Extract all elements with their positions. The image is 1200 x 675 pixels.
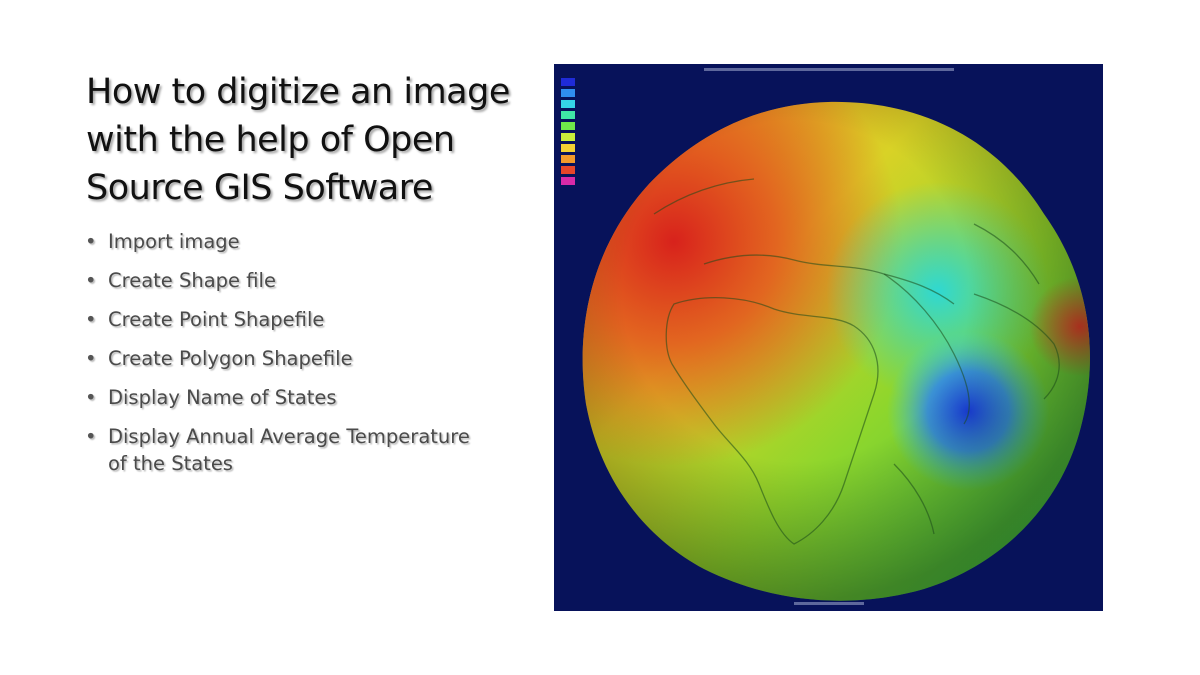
bullet-item: • Create Point Shapefile bbox=[84, 306, 484, 333]
globe-icon bbox=[561, 68, 1090, 605]
slide: How to digitize an image with the help o… bbox=[0, 0, 1200, 675]
bullet-text: Create Polygon Shapefile bbox=[108, 347, 353, 370]
color-legend bbox=[561, 78, 575, 185]
geoid-shape bbox=[582, 101, 1090, 601]
caption-strip bbox=[704, 68, 954, 71]
geoid-globe-image bbox=[554, 64, 1103, 611]
bullet-item: • Create Polygon Shapefile bbox=[84, 345, 484, 372]
bullet-text: Create Point Shapefile bbox=[108, 308, 325, 331]
bullet-dot-icon: • bbox=[85, 230, 97, 253]
bullet-item: • Display Annual Average Temperature of t… bbox=[84, 423, 484, 477]
bullet-item: • Import image bbox=[84, 228, 484, 255]
bullet-dot-icon: • bbox=[85, 386, 97, 409]
bullet-dot-icon: • bbox=[85, 308, 97, 331]
bullet-text: Display Name of States bbox=[108, 386, 337, 409]
bullet-item: • Display Name of States bbox=[84, 384, 484, 411]
bullet-text: Import image bbox=[108, 230, 240, 253]
bullet-dot-icon: • bbox=[85, 347, 97, 370]
credit-strip bbox=[794, 602, 864, 605]
slide-title: How to digitize an image with the help o… bbox=[86, 72, 510, 208]
bullet-list: • Import image • Create Shape file • Create… bbox=[84, 228, 484, 489]
bullet-dot-icon: • bbox=[85, 269, 97, 292]
bullet-text: Display Annual Average Temperature of th… bbox=[108, 425, 470, 475]
bullet-text: Create Shape file bbox=[108, 269, 276, 292]
bullet-item: • Create Shape file bbox=[84, 267, 484, 294]
bullet-dot-icon: • bbox=[85, 425, 97, 448]
